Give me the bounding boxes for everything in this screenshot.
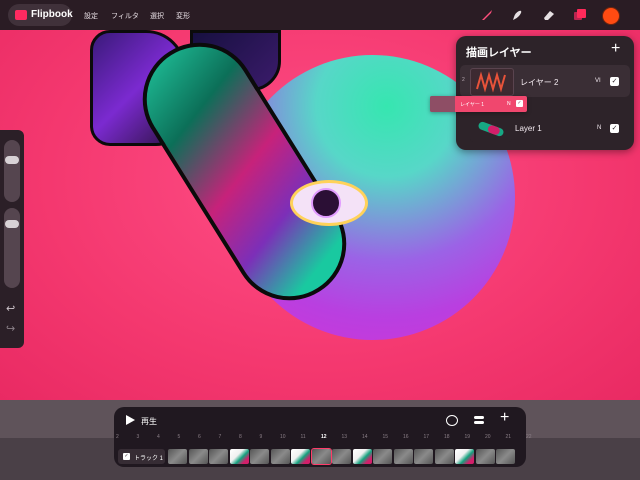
undo-icon[interactable]: ↩ <box>6 302 15 315</box>
frame-number-12[interactable]: 12 <box>321 434 327 440</box>
track-settings-icon[interactable] <box>474 415 484 425</box>
frame-thumbnail[interactable] <box>250 449 269 464</box>
frame-number-3[interactable]: 3 <box>137 434 140 440</box>
frame-thumbnail[interactable] <box>168 449 187 464</box>
add-frame-button[interactable]: + <box>500 410 509 426</box>
app-title: Flipbook <box>31 9 73 20</box>
layer-thumbnail-2 <box>470 68 514 96</box>
menu-select[interactable]: 選択 <box>150 11 164 21</box>
track-name: トラック 1 <box>134 456 164 462</box>
frame-thumbnail[interactable] <box>393 449 413 464</box>
brush-size-slider[interactable] <box>4 140 20 202</box>
frame-number-7[interactable]: 7 <box>219 434 222 440</box>
layer-blend-mode-2[interactable]: VI <box>595 78 601 84</box>
frame-number-14[interactable]: 14 <box>362 434 368 440</box>
frame-number-11[interactable]: 11 <box>301 434 306 440</box>
frame-thumbnail[interactable] <box>229 449 249 464</box>
frame-number-9[interactable]: 9 <box>260 434 263 440</box>
frame-number-13[interactable]: 13 <box>342 434 348 440</box>
menu-transform[interactable]: 変形 <box>176 11 190 21</box>
frame-thumbnail[interactable] <box>496 449 515 464</box>
frame-number-10[interactable]: 10 <box>280 434 286 440</box>
frame-number-8[interactable]: 8 <box>239 434 242 440</box>
play-label[interactable]: 再生 <box>141 416 157 427</box>
comment-icon[interactable] <box>446 415 458 426</box>
frame-thumbnail[interactable] <box>475 449 495 464</box>
dragged-layer-blend: N <box>507 101 511 107</box>
frame-thumbnail[interactable] <box>270 449 290 464</box>
frame-thumbnail[interactable] <box>209 449 228 464</box>
frame-number-2[interactable]: 2 <box>116 434 119 440</box>
play-icon[interactable] <box>126 415 135 425</box>
frame-thumbnail[interactable] <box>434 449 454 464</box>
layer-visibility-checkbox-1[interactable]: ✓ <box>610 124 619 133</box>
frame-number-18[interactable]: 18 <box>444 434 450 440</box>
frame-thumbnail[interactable] <box>188 449 208 464</box>
frame-thumbnail[interactable] <box>332 449 351 464</box>
frame-thumbnail[interactable] <box>373 449 392 464</box>
flipbook-logo-icon <box>15 10 27 20</box>
layer-index: 2 <box>462 77 465 83</box>
menu-filter[interactable]: フィルタ <box>111 11 139 21</box>
brush-size-handle[interactable] <box>5 156 19 164</box>
add-layer-button[interactable]: + <box>611 41 620 57</box>
opacity-handle[interactable] <box>5 220 19 228</box>
frame-thumbnail[interactable] <box>291 449 310 464</box>
dragged-layer-name: レイヤー 1 <box>460 102 485 108</box>
layer-blend-mode-1[interactable]: N <box>597 125 601 131</box>
layers-panel-title: 描画レイヤー <box>466 47 532 59</box>
frame-number-20[interactable]: 20 <box>485 434 491 440</box>
frame-number-16[interactable]: 16 <box>403 434 409 440</box>
layers-icon[interactable] <box>573 8 587 22</box>
artwork-eye-pupil <box>311 188 341 218</box>
frame-strip[interactable] <box>166 448 526 465</box>
smudge-icon[interactable] <box>510 8 524 22</box>
layer-visibility-checkbox-2[interactable]: ✓ <box>610 77 619 86</box>
dragged-layer-checkbox: ✓ <box>516 100 523 107</box>
frame-thumbnail[interactable] <box>310 448 332 465</box>
brush-icon[interactable] <box>480 8 494 22</box>
menu-settings[interactable]: 設定 <box>84 11 98 21</box>
frame-number-6[interactable]: 6 <box>198 434 201 440</box>
frame-number-17[interactable]: 17 <box>424 434 430 440</box>
eraser-icon[interactable] <box>542 8 556 22</box>
frame-thumbnail[interactable] <box>414 449 433 464</box>
frame-number-19[interactable]: 19 <box>465 434 471 440</box>
track-enable-checkbox[interactable]: ✓ <box>123 453 130 460</box>
frame-thumbnail[interactable] <box>352 449 372 464</box>
frame-ruler[interactable]: 2 3 4 5 6 7 8 9 10 11 12 13 14 15 16 17 18 19 20 21 22 <box>114 434 532 446</box>
frame-number-22[interactable]: 22 <box>526 434 532 440</box>
frame-number-5[interactable]: 5 <box>178 434 181 440</box>
dragged-layer-thumbnail <box>430 96 455 112</box>
frame-number-15[interactable]: 15 <box>383 434 389 440</box>
frame-thumbnail[interactable] <box>455 449 474 464</box>
redo-icon[interactable]: ↪ <box>6 322 15 335</box>
frame-number-21[interactable]: 21 <box>506 434 512 440</box>
layer-thumbnail-1 <box>470 116 512 142</box>
layer-name-2: レイヤー 2 <box>520 78 559 87</box>
frame-number-4[interactable]: 4 <box>157 434 160 440</box>
color-swatch[interactable] <box>602 7 620 25</box>
layer-name-1: Layer 1 <box>515 124 542 133</box>
